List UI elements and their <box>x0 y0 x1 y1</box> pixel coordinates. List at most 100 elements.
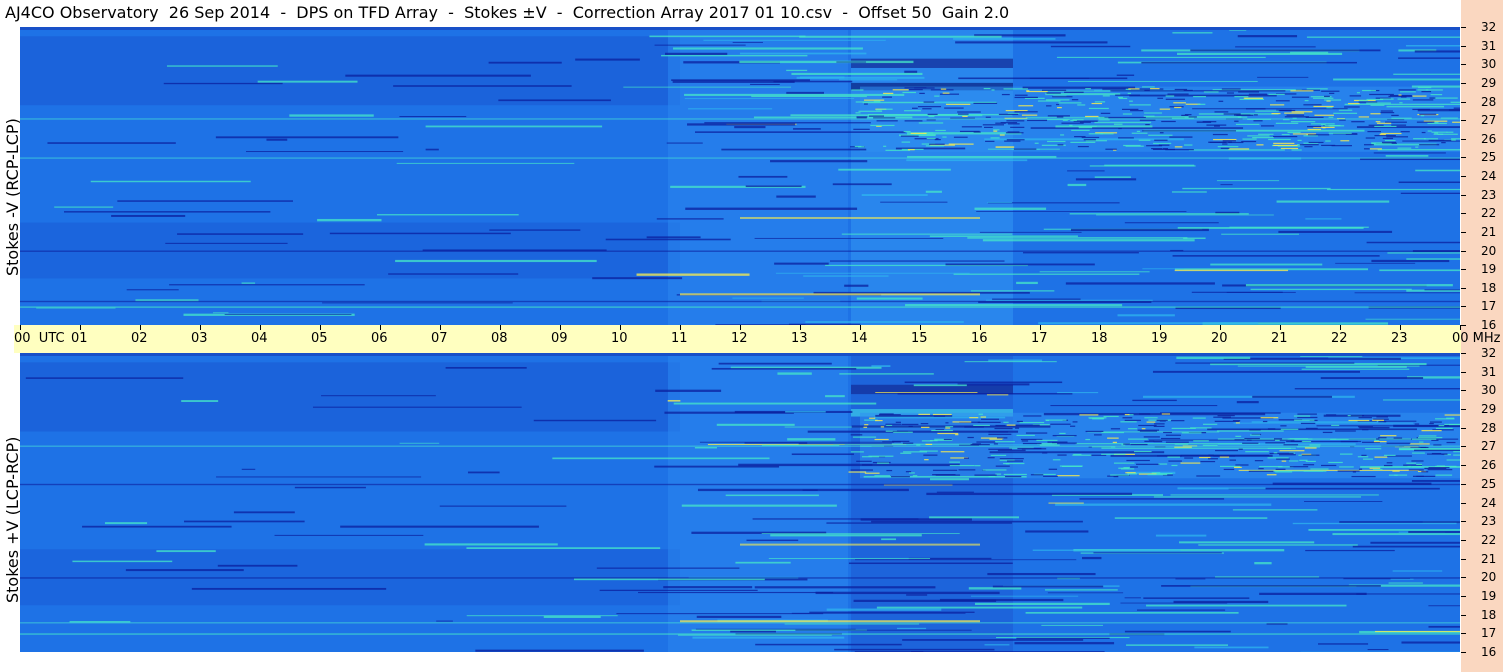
spectrogram-clutter <box>1003 462 1025 465</box>
spectrogram-streak <box>184 520 305 523</box>
spectrogram-clutter <box>961 126 982 128</box>
spectrogram-clutter <box>1190 427 1212 429</box>
spectrogram-clutter <box>1450 101 1460 103</box>
frequency-tick-mark <box>1461 539 1466 541</box>
spectrogram-clutter <box>1242 442 1259 444</box>
spectrogram-clutter <box>1376 438 1380 440</box>
spectrogram-clutter <box>1369 148 1382 150</box>
frequency-tick-mark <box>1461 427 1466 429</box>
time-tick-label: 00 UTC <box>14 331 65 346</box>
spectrogram-clutter <box>1431 131 1448 133</box>
spectrogram-clutter <box>1015 424 1040 426</box>
spectrogram-clutter <box>1374 125 1397 128</box>
spectrogram-clutter <box>1153 142 1172 144</box>
spectrogram-clutter <box>1197 103 1206 105</box>
spectrogram-streak <box>1305 218 1342 220</box>
spectrogram-clutter <box>1444 414 1460 416</box>
spectrogram-streak <box>1233 422 1414 424</box>
spectrogram-streak <box>467 471 500 474</box>
spectrogram-clutter <box>1427 469 1453 471</box>
spectrogram-streak <box>1110 90 1286 92</box>
spectrogram-streak <box>861 194 928 197</box>
spectrogram-clutter <box>1383 464 1393 467</box>
spectrogram-clutter <box>988 431 1009 433</box>
spectrogram-clutter <box>1351 121 1365 123</box>
spectrogram-streak <box>695 131 906 133</box>
spectrogram-clutter <box>1290 90 1314 92</box>
spectrogram-streak <box>987 572 1096 576</box>
spectrogram-clutter <box>1005 132 1024 134</box>
spectrogram-clutter <box>1388 95 1413 97</box>
spectrogram-clutter <box>1059 465 1083 467</box>
spectrogram-streak <box>1152 370 1361 373</box>
spectrogram-clutter <box>1127 92 1131 95</box>
spectrogram-clutter <box>1350 415 1365 417</box>
spectrogram-clutter <box>1435 418 1455 420</box>
spectrogram-clutter <box>1365 448 1382 450</box>
spectrogram-clutter <box>1362 89 1376 92</box>
spectrogram-clutter <box>1158 463 1168 465</box>
frequency-tick-label: 32 <box>1481 346 1497 360</box>
spectrogram-clutter <box>1255 110 1279 112</box>
spectrogram-streak <box>1022 86 1136 89</box>
spectrogram-streak <box>939 598 1064 602</box>
spectrogram-clutter <box>945 426 954 428</box>
spectrogram-streak <box>718 362 832 365</box>
spectrogram-streak <box>1143 597 1250 599</box>
spectrogram-clutter <box>1279 450 1305 452</box>
spectrogram-streak <box>425 148 439 151</box>
spectrogram-clutter <box>984 126 993 128</box>
frequency-tick-label: 20 <box>1481 243 1497 258</box>
spectrogram-streak <box>906 159 1028 162</box>
frequency-tick-mark <box>1461 138 1466 140</box>
spectrogram-clutter <box>1300 422 1316 425</box>
frequency-tick-label: 28 <box>1481 420 1497 435</box>
spectrogram-clutter <box>1034 142 1039 144</box>
spectrogram-clutter <box>907 149 915 151</box>
spectrogram-streak <box>1356 593 1460 595</box>
time-tick-mark <box>680 325 681 330</box>
spectrogram-clutter <box>1344 106 1360 108</box>
spectrogram-streak <box>1179 541 1315 544</box>
time-tick-label: 12 <box>731 331 748 346</box>
spectrogram-clutter <box>908 425 913 427</box>
spectrogram-clutter <box>993 443 998 445</box>
spectrogram-clutter <box>1101 453 1126 455</box>
time-tick-mark <box>860 325 861 330</box>
spectrogram-clutter <box>864 424 869 426</box>
spectrogram-streak <box>1332 533 1460 536</box>
spectrogram-streak <box>654 44 746 46</box>
spectrogram-clutter <box>1268 138 1291 141</box>
spectrogram-clutter <box>1118 467 1130 469</box>
spectrogram-clutter <box>1398 89 1416 91</box>
spectrogram-clutter <box>1367 131 1381 133</box>
spectrogram-streak <box>489 229 581 231</box>
spectrogram-clutter <box>952 421 972 423</box>
spectrogram-clutter <box>1110 428 1121 430</box>
spectrogram-streak <box>90 180 251 183</box>
spectrogram-clutter <box>1358 99 1368 102</box>
spectrogram-streak <box>1081 556 1102 560</box>
spectrogram-streak <box>1235 46 1316 48</box>
spectrogram-clutter <box>891 476 910 478</box>
spectrogram-clutter <box>1451 138 1460 140</box>
spectrogram-clutter <box>1369 93 1394 96</box>
spectrogram-streak <box>979 231 1082 233</box>
spectrogram-streak <box>1045 589 1118 591</box>
spectrogram-streak <box>1188 149 1285 151</box>
spectrogram-persistent-line <box>20 622 1460 624</box>
frequency-tick-mark <box>1461 194 1466 196</box>
spectrogram-streak <box>233 511 295 514</box>
time-tick-label: 21 <box>1271 331 1288 346</box>
spectrogram-clutter <box>885 423 902 425</box>
spectrogram-streak <box>498 99 611 102</box>
spectrogram-clutter <box>1413 138 1426 140</box>
spectrogram-clutter <box>1088 107 1109 110</box>
spectrogram-clutter <box>1165 441 1189 443</box>
spectrogram-streak <box>1398 181 1460 184</box>
frequency-tick-label: 23 <box>1481 514 1497 529</box>
spectrogram-streak <box>1142 86 1155 88</box>
spectrogram-streak <box>616 613 824 615</box>
spectrogram-clutter <box>1358 116 1370 118</box>
spectrogram-clutter <box>1431 439 1439 441</box>
